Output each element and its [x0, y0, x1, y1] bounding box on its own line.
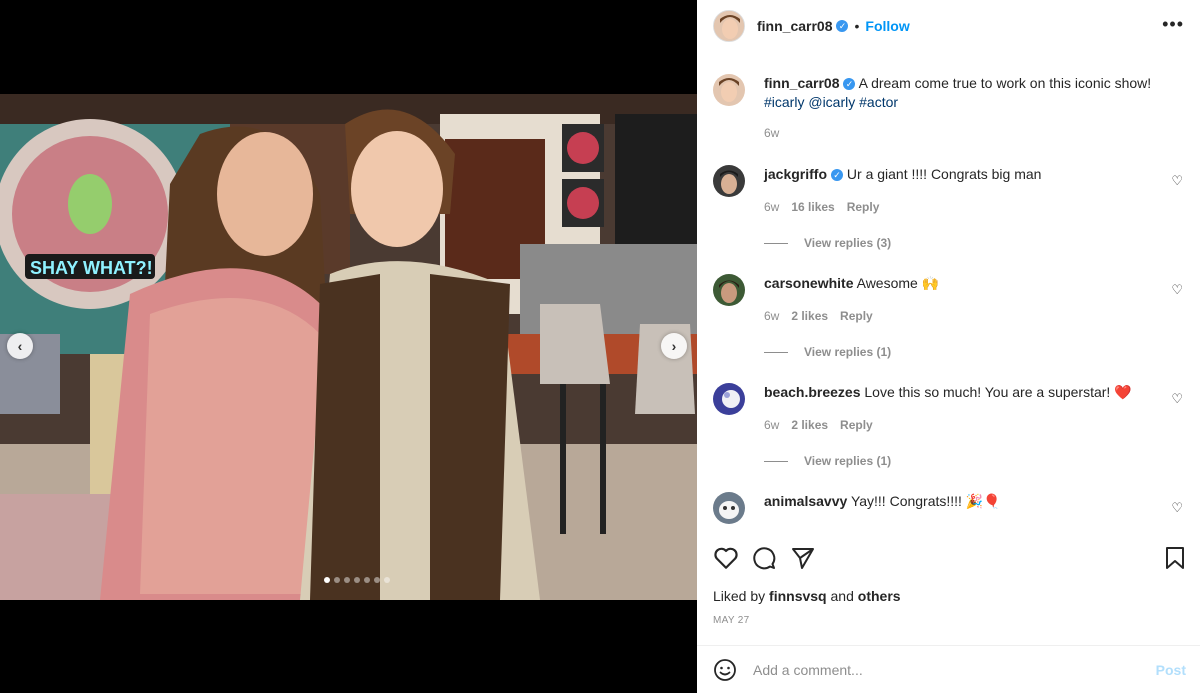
view-replies-button[interactable]: View replies (1) — [764, 345, 891, 359]
add-comment-bar: Post — [697, 645, 1200, 693]
caption-text: A dream come true to work on this iconic… — [858, 75, 1152, 91]
comment-time: 6w — [764, 309, 780, 323]
commenter-avatar[interactable] — [713, 492, 745, 524]
comment-text: Love this so much! You are a superstar! … — [864, 384, 1132, 400]
like-comment-heart-icon[interactable]: ♡ — [1171, 282, 1183, 298]
caption-username[interactable]: finn_carr08 — [764, 75, 839, 91]
like-heart-icon[interactable] — [713, 546, 739, 573]
save-bookmark-icon[interactable] — [1165, 546, 1185, 573]
emoji-icon[interactable] — [713, 658, 737, 685]
commenter-avatar[interactable] — [713, 274, 745, 306]
next-slide-button[interactable]: › — [661, 333, 687, 359]
post-header: finn_carr08 ✓ • Follow ••• — [697, 0, 1200, 52]
comment-username[interactable]: jackgriffo — [764, 166, 827, 182]
liked-by-prefix: Liked by — [713, 588, 766, 604]
post-photo: SHAY WHAT?! — [0, 94, 697, 600]
view-replies-button[interactable]: View replies (3) — [764, 236, 891, 250]
caption-meta: 6w — [764, 126, 779, 140]
comment-meta: 6w 16 likes Reply — [764, 200, 879, 214]
like-comment-heart-icon[interactable]: ♡ — [1171, 173, 1183, 189]
replies-line — [764, 460, 788, 462]
carousel-dot — [354, 577, 360, 583]
comment-body: beach.breezes Love this so much! You are… — [764, 383, 1164, 402]
comment-body: carsonewhite Awesome 🙌 — [764, 274, 1164, 293]
comment-likes[interactable]: 2 likes — [791, 309, 828, 323]
caption-body: finn_carr08 ✓ A dream come true to work o… — [764, 74, 1164, 112]
like-comment-heart-icon[interactable]: ♡ — [1171, 500, 1183, 516]
author-avatar[interactable] — [713, 10, 745, 42]
like-comment-heart-icon[interactable]: ♡ — [1171, 391, 1183, 407]
share-paper-plane-icon[interactable] — [791, 546, 815, 573]
carousel-dot — [364, 577, 370, 583]
reply-button[interactable]: Reply — [847, 200, 880, 214]
liked-by-user[interactable]: finnsvsq — [769, 588, 827, 604]
comment-likes[interactable]: 16 likes — [791, 200, 834, 214]
view-replies-label: View replies (3) — [804, 236, 892, 250]
separator-dot: • — [854, 18, 860, 34]
comment-text: Awesome 🙌 — [856, 275, 940, 291]
hashtag-link[interactable]: #icarly — [764, 94, 804, 110]
post-comment-button[interactable]: Post — [1156, 662, 1186, 678]
liked-by-others[interactable]: others — [858, 588, 901, 604]
comment-body: jackgriffo ✓ Ur a giant !!!! Congrats big… — [764, 165, 1164, 184]
post-actions — [697, 540, 1200, 580]
view-replies-label: View replies (1) — [804, 454, 892, 468]
replies-line — [764, 351, 788, 353]
comment-meta: 6w 2 likes Reply — [764, 418, 873, 432]
mention-link[interactable]: @icarly — [808, 94, 855, 110]
comment-text: Yay!!! Congrats!!!! 🎉🎈 — [850, 493, 1001, 509]
carousel-dots — [324, 577, 390, 583]
comment-username[interactable]: animalsavvy — [764, 493, 847, 509]
carousel-dot — [344, 577, 350, 583]
photo-illustration: SHAY WHAT?! — [0, 94, 697, 600]
commenter-avatar[interactable] — [713, 165, 745, 197]
comment-body: animalsavvy Yay!!! Congrats!!!! 🎉🎈 — [764, 492, 1164, 511]
post-date[interactable]: MAY 27 — [713, 615, 749, 626]
comment-likes[interactable]: 2 likes — [791, 418, 828, 432]
caption-time: 6w — [764, 126, 780, 140]
follow-button[interactable]: Follow — [865, 18, 909, 34]
reply-button[interactable]: Reply — [840, 309, 873, 323]
comment-bubble-icon[interactable] — [752, 546, 776, 573]
reply-button[interactable]: Reply — [840, 418, 873, 432]
comment-username[interactable]: beach.breezes — [764, 384, 861, 400]
more-horizontal-icon[interactable]: ••• — [1162, 14, 1184, 35]
instagram-post-modal: SHAY WHAT?! ‹ › finn_carr08 ✓ • Follow •… — [0, 0, 1200, 693]
liked-by-text: Liked by finnsvsq and others — [713, 588, 901, 604]
author-avatar[interactable] — [713, 74, 745, 106]
replies-line — [764, 242, 788, 244]
liked-by-and: and — [830, 588, 854, 604]
comment-username[interactable]: carsonewhite — [764, 275, 853, 291]
add-comment-input[interactable] — [753, 660, 1133, 680]
post-media: SHAY WHAT?! ‹ › — [0, 0, 697, 693]
author-username[interactable]: finn_carr08 — [757, 18, 832, 34]
verified-badge-icon: ✓ — [843, 78, 856, 91]
commenter-avatar[interactable] — [713, 383, 745, 415]
hashtag-link[interactable]: #actor — [859, 94, 898, 110]
previous-slide-button[interactable]: ‹ — [7, 333, 33, 359]
post-side-panel: finn_carr08 ✓ • Follow ••• finn_carr08 ✓ … — [697, 0, 1200, 693]
comment-text: Ur a giant !!!! Congrats big man — [846, 166, 1042, 182]
carousel-dot — [324, 577, 330, 583]
verified-badge-icon: ✓ — [836, 20, 849, 32]
comment-time: 6w — [764, 418, 780, 432]
comment-time: 6w — [764, 200, 780, 214]
carousel-dot — [374, 577, 380, 583]
view-replies-button[interactable]: View replies (1) — [764, 454, 891, 468]
view-replies-label: View replies (1) — [804, 345, 892, 359]
comment-meta: 6w 2 likes Reply — [764, 309, 873, 323]
carousel-dot — [384, 577, 390, 583]
comments-list: finn_carr08 ✓ A dream come true to work o… — [697, 52, 1200, 540]
verified-badge-icon: ✓ — [831, 169, 844, 182]
svg-text:SHAY WHAT?!: SHAY WHAT?! — [30, 258, 153, 278]
carousel-dot — [334, 577, 340, 583]
